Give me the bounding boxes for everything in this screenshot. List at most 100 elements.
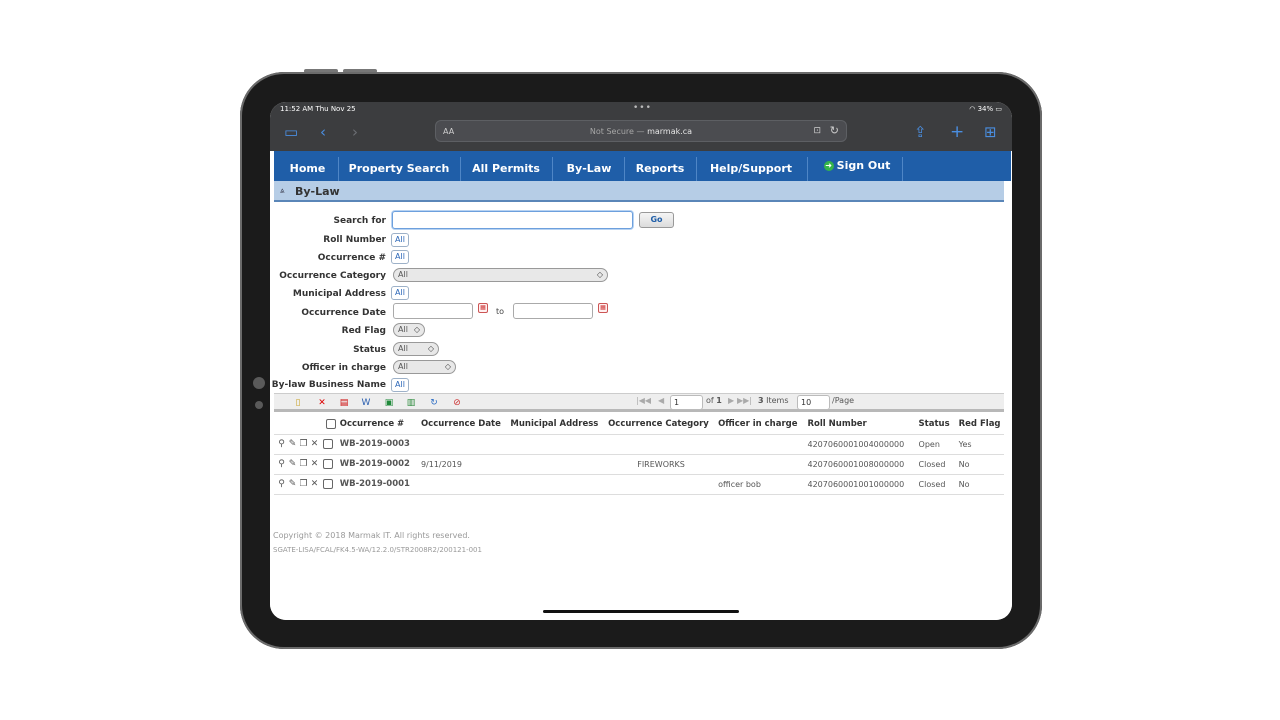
collapse-icon[interactable]: ⩓ xyxy=(280,186,285,196)
share-icon[interactable]: ⇪ xyxy=(914,123,927,141)
copy-icon[interactable]: ❐ xyxy=(298,479,309,489)
view-icon[interactable]: ⚲ xyxy=(276,459,287,469)
tabs-overview-icon[interactable]: ⊞ xyxy=(984,123,997,141)
back-icon[interactable]: ‹ xyxy=(320,123,326,141)
view-icon[interactable]: ⚲ xyxy=(276,439,287,449)
column-header[interactable]: Municipal Address xyxy=(508,414,606,434)
category-cell: FIREWORKS xyxy=(606,453,717,474)
items-label: Items xyxy=(766,396,789,405)
csv-export-icon[interactable]: ▥ xyxy=(405,397,417,409)
row-checkbox[interactable] xyxy=(322,438,333,449)
copy-icon[interactable]: ❐ xyxy=(298,459,309,469)
refresh-icon[interactable]: ↻ xyxy=(428,397,440,409)
row-actions: ⚲ ✎ ❐ ✕ xyxy=(274,473,338,495)
excel-export-icon[interactable]: ▣ xyxy=(383,397,395,409)
reload-icon[interactable]: ↻ xyxy=(830,124,839,137)
occurrence-number-field[interactable]: All xyxy=(391,250,409,264)
column-header[interactable]: Occurrence Category xyxy=(606,414,716,434)
date-from-input[interactable] xyxy=(393,303,473,319)
reader-icon[interactable]: ⊡ xyxy=(813,126,821,136)
edit-icon[interactable]: ✎ xyxy=(287,439,298,449)
page-number-input[interactable]: 1 xyxy=(670,395,703,410)
clear-filter-icon[interactable]: ⊘ xyxy=(451,397,463,409)
table-row: ⚲ ✎ ❐ ✕ WB-2019-0002 9/11/2019 FIREWORKS 42… xyxy=(274,453,1004,474)
red-flag-select[interactable]: All ◇ xyxy=(393,323,425,337)
delete-row-icon[interactable]: ✕ xyxy=(309,439,320,449)
nav-divider xyxy=(552,157,553,181)
battery-status: ◠ 34% ▭ xyxy=(969,105,1002,113)
occurrence-link[interactable]: WB-2019-0003 xyxy=(337,433,419,454)
search-input[interactable] xyxy=(392,211,633,229)
nav-all-permits[interactable]: All Permits xyxy=(464,151,548,181)
sign-out-label: Sign Out xyxy=(836,159,891,172)
table-row: ⚲ ✎ ❐ ✕ WB-2019-0003 4207060001004000000 Op… xyxy=(274,433,1004,454)
delete-icon[interactable]: ✕ xyxy=(316,397,328,409)
main-nav: Home Property Search All Permits By-Law … xyxy=(274,151,1011,181)
municipal-address-field[interactable]: All xyxy=(391,286,409,300)
delete-row-icon[interactable]: ✕ xyxy=(309,479,320,489)
occurrence-date-cell xyxy=(418,433,509,454)
word-export-icon[interactable]: W xyxy=(360,397,372,409)
status-cell: Closed xyxy=(916,453,957,474)
column-header[interactable]: Officer in charge xyxy=(716,414,805,434)
nav-reports[interactable]: Reports xyxy=(628,151,692,181)
page-size-input[interactable]: 10 xyxy=(797,395,830,410)
business-name-field[interactable]: All xyxy=(391,378,409,392)
address-cell xyxy=(508,433,607,454)
delete-row-icon[interactable]: ✕ xyxy=(309,459,320,469)
occurrence-date-cell: 9/11/2019 xyxy=(418,453,509,474)
forward-icon[interactable]: › xyxy=(352,123,358,141)
occurrence-link[interactable]: WB-2019-0001 xyxy=(337,473,419,495)
nav-home[interactable]: Home xyxy=(280,151,335,181)
red-flag-cell: No xyxy=(956,453,1004,474)
status-select[interactable]: All ◇ xyxy=(393,342,439,356)
calendar-icon[interactable]: ▦ xyxy=(598,303,608,313)
sidebar-icon[interactable]: ▭ xyxy=(284,123,298,141)
occurrence-link[interactable]: WB-2019-0002 xyxy=(337,453,419,474)
copy-icon[interactable]: ❐ xyxy=(298,439,309,449)
go-button[interactable]: Go xyxy=(639,212,674,228)
address-text: Not Secure — marmak.ca xyxy=(436,127,846,136)
more-dots-icon[interactable]: ••• xyxy=(633,103,652,113)
roll-number-field[interactable]: All xyxy=(391,233,409,247)
select-all-checkbox[interactable] xyxy=(325,418,336,429)
officer-select[interactable]: All ◇ xyxy=(393,360,456,374)
nav-divider xyxy=(338,157,339,181)
search-label: Search for xyxy=(333,216,386,226)
nav-divider xyxy=(460,157,461,181)
last-page-icon[interactable]: ▶▶| xyxy=(737,396,752,405)
column-header[interactable]: Status xyxy=(917,414,957,434)
row-actions: ⚲ ✎ ❐ ✕ xyxy=(274,453,338,474)
nav-help-support[interactable]: Help/Support xyxy=(700,151,802,181)
prev-page-icon[interactable]: ◀ xyxy=(658,396,664,405)
column-header[interactable]: Roll Number xyxy=(806,414,917,434)
next-page-icon[interactable]: ▶ xyxy=(728,396,734,405)
row-checkbox[interactable] xyxy=(322,458,333,469)
red-flag-cell: No xyxy=(956,473,1004,495)
date-to-input[interactable] xyxy=(513,303,593,319)
nav-property-search[interactable]: Property Search xyxy=(342,151,456,181)
roll-number-cell: 4207060001008000000 xyxy=(805,453,917,474)
nav-by-law[interactable]: By-Law xyxy=(556,151,622,181)
view-icon[interactable]: ⚲ xyxy=(276,479,287,489)
column-header[interactable]: Occurrence # xyxy=(338,414,419,434)
calendar-icon[interactable]: ▦ xyxy=(478,303,488,313)
address-cell xyxy=(508,473,607,495)
url-bar[interactable]: AA Not Secure — marmak.ca ⊡ ↻ xyxy=(435,120,847,142)
first-page-icon[interactable]: |◀◀ xyxy=(636,396,651,405)
column-header[interactable]: Red Flag xyxy=(957,414,1004,434)
new-record-icon[interactable]: ▯ xyxy=(292,397,304,409)
officer-cell xyxy=(716,453,806,474)
column-header[interactable]: Occurrence Date xyxy=(419,414,508,434)
edit-icon[interactable]: ✎ xyxy=(287,459,298,469)
nav-sign-out[interactable]: ➜ Sign Out xyxy=(813,151,901,181)
occurrence-category-select[interactable]: All ◇ xyxy=(393,268,608,282)
pdf-export-icon[interactable]: ▤ xyxy=(338,397,350,409)
new-tab-icon[interactable]: + xyxy=(950,123,964,141)
row-checkbox[interactable] xyxy=(322,478,333,489)
roll-number-cell: 4207060001001000000 xyxy=(805,473,917,495)
status-time: 11:52 AM Thu Nov 25 xyxy=(280,105,356,113)
total-pages: 1 xyxy=(716,396,722,405)
edit-icon[interactable]: ✎ xyxy=(287,479,298,489)
grid-toolbar: ▯ ✕ ▤ W ▣ ▥ ↻ ⊘ |◀◀ ◀ 1 of 1 ▶ ▶▶| 3 Ite… xyxy=(274,393,1004,412)
